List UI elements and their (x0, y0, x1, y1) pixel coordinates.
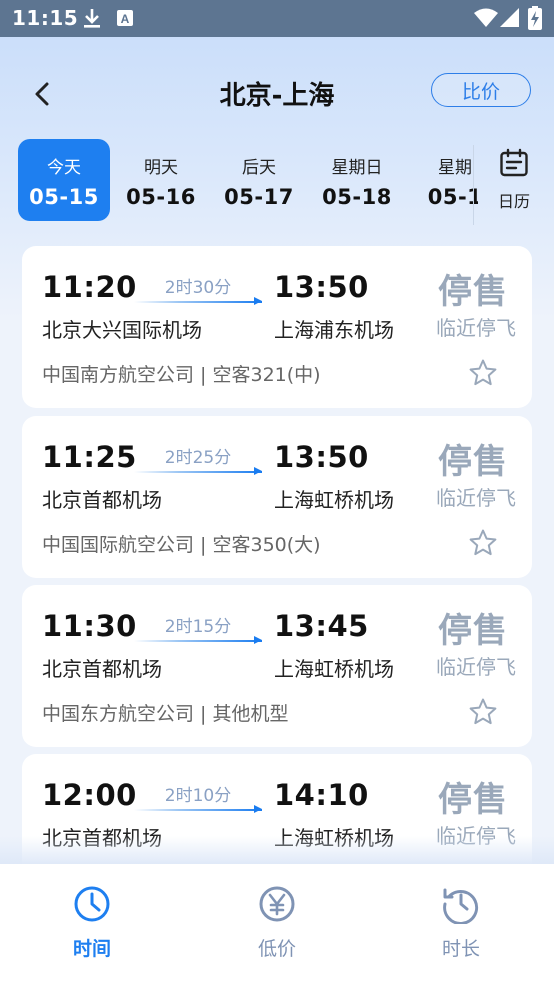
history-icon (443, 888, 479, 925)
date-value: 05-18 (322, 185, 392, 209)
departure-time: 11:20 (42, 270, 137, 304)
date-tab-today[interactable]: 今天 05-15 (18, 139, 110, 221)
date-tab-sunday[interactable]: 星期日 05-18 (311, 139, 403, 221)
status-time: 11:15 (12, 6, 79, 30)
date-day-label: 今天 (47, 158, 81, 178)
compare-price-button[interactable]: 比价 (431, 73, 531, 107)
text-recognition-icon: A (116, 9, 134, 31)
arrival-airport: 上海虹桥机场 (274, 488, 394, 512)
yuan-icon (259, 886, 295, 922)
date-day-label: 明天 (144, 158, 178, 178)
tab-duration[interactable]: 时长 (406, 884, 516, 964)
favorite-star-icon[interactable] (468, 528, 498, 558)
tab-time[interactable]: 时间 (37, 884, 147, 964)
departure-airport: 北京大兴国际机场 (42, 318, 202, 342)
flight-card[interactable]: 11:30 2时15分 13:45 北京首都机场 上海虹桥机场 中国东方航空公司… (22, 585, 532, 747)
flight-duration: 2时25分 (164, 448, 232, 468)
date-value: 05-17 (224, 185, 294, 209)
flight-list[interactable]: 11:20 2时30分 13:50 北京大兴国际机场 上海浦东机场 中国南方航空… (0, 246, 554, 864)
sale-status: 停售 (438, 442, 508, 482)
departure-time: 11:30 (42, 609, 137, 643)
battery-charging-icon (528, 6, 542, 34)
wifi-icon (474, 8, 498, 32)
calendar-divider (473, 145, 474, 225)
status-note: 临近停飞 (436, 486, 516, 510)
duration-line (134, 640, 262, 642)
departure-airport: 北京首都机场 (42, 657, 162, 681)
date-value: 05-1 (427, 185, 478, 209)
arrow-right-icon (254, 805, 262, 813)
arrival-time: 13:50 (274, 270, 369, 304)
tab-label: 低价 (257, 938, 296, 960)
compare-price-label: 比价 (461, 80, 500, 103)
departure-time: 11:25 (42, 440, 137, 474)
airline-aircraft: 中国国际航空公司 | 空客350(大) (42, 534, 321, 556)
airline-aircraft: 中国东方航空公司 | 其他机型 (42, 703, 289, 725)
arrival-time: 14:10 (274, 778, 369, 812)
date-day-label: 星期 (438, 158, 472, 178)
header: 北京-上海 比价 (0, 37, 554, 137)
departure-time: 12:00 (42, 778, 137, 812)
arrival-airport: 上海虹桥机场 (274, 657, 394, 681)
status-note: 临近停飞 (436, 655, 516, 679)
duration-line (134, 471, 262, 473)
flight-card[interactable]: 11:25 2时25分 13:50 北京首都机场 上海虹桥机场 中国国际航空公司… (22, 416, 532, 578)
clock-icon (74, 886, 110, 922)
date-tab-day-after[interactable]: 后天 05-17 (213, 139, 305, 221)
arrival-airport: 上海浦东机场 (274, 318, 394, 342)
arrow-right-icon (254, 297, 262, 305)
cellular-signal-icon (500, 8, 520, 32)
arrow-right-icon (254, 467, 262, 475)
download-icon (82, 7, 102, 33)
date-value: 05-15 (29, 185, 99, 209)
arrow-right-icon (254, 636, 262, 644)
favorite-star-icon[interactable] (468, 697, 498, 727)
arrival-time: 13:45 (274, 609, 369, 643)
airline-aircraft: 中国南方航空公司 | 空客321(中) (42, 364, 321, 386)
calendar-label: 日历 (497, 192, 530, 211)
favorite-star-icon[interactable] (468, 358, 498, 388)
date-value: 05-16 (126, 185, 196, 209)
flight-duration: 2时10分 (164, 786, 232, 806)
status-bar: 11:15 A (0, 0, 554, 37)
duration-line (134, 809, 262, 811)
duration-line (134, 301, 262, 303)
arrival-time: 13:50 (274, 440, 369, 474)
flight-duration: 2时15分 (164, 617, 232, 637)
list-bottom-fade (0, 836, 554, 864)
tab-label: 时间 (72, 938, 111, 960)
bottom-tab-bar: 时间 低价 时长 (0, 864, 554, 984)
calendar-button[interactable]: 日历 (486, 148, 542, 214)
sale-status: 停售 (438, 611, 508, 651)
date-day-label: 星期日 (331, 158, 383, 178)
flight-card[interactable]: 11:20 2时30分 13:50 北京大兴国际机场 上海浦东机场 中国南方航空… (22, 246, 532, 408)
sale-status: 停售 (438, 780, 508, 820)
date-day-label: 后天 (242, 158, 276, 178)
departure-airport: 北京首都机场 (42, 488, 162, 512)
tab-low-price[interactable]: 低价 (222, 884, 332, 964)
date-tab-tomorrow[interactable]: 明天 05-16 (115, 139, 207, 221)
sale-status: 停售 (438, 272, 508, 312)
date-tab-next[interactable]: 星期 05-1 (409, 139, 478, 221)
flight-duration: 2时30分 (164, 278, 232, 298)
tab-label: 时长 (441, 938, 480, 960)
calendar-icon (500, 148, 528, 177)
status-note: 临近停飞 (436, 316, 516, 340)
date-selector: 今天 05-15 明天 05-16 后天 05-17 星期日 05-18 星期 … (18, 139, 478, 221)
svg-text:A: A (121, 12, 130, 26)
